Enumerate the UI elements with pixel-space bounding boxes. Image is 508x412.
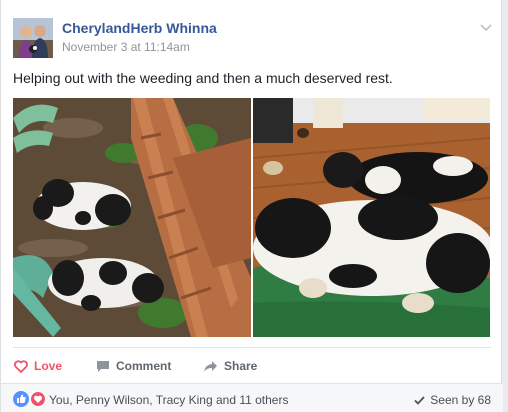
post-photo-dogs-resting[interactable]: [253, 98, 490, 337]
love-icon: [30, 391, 46, 407]
chevron-down-icon[interactable]: [479, 20, 493, 32]
checkmark-icon: [414, 395, 425, 405]
share-label: Share: [224, 359, 258, 373]
post-timestamp[interactable]: November 3 at 11:14am: [62, 40, 190, 54]
comment-icon: [97, 360, 109, 372]
post-photo-puppies-weeding[interactable]: [13, 98, 251, 337]
share-button[interactable]: Share: [203, 357, 257, 375]
share-icon: [204, 360, 217, 372]
reactors-summary[interactable]: You, Penny Wilson, Tracy King and 11 oth…: [49, 393, 288, 407]
author-avatar[interactable]: [13, 18, 53, 58]
comment-button[interactable]: Comment: [96, 357, 171, 375]
post-card: CherylandHerb Whinna November 3 at 11:14…: [0, 0, 503, 412]
actions-divider: [13, 347, 491, 348]
love-label: Love: [34, 359, 63, 373]
seen-by-label: Seen by 68: [430, 393, 491, 407]
post-text: Helping out with the weeding and then a …: [13, 70, 393, 86]
reaction-icons[interactable]: [13, 391, 47, 407]
reactions-bar: You, Penny Wilson, Tracy King and 11 oth…: [1, 383, 503, 412]
seen-by[interactable]: Seen by 68: [414, 393, 491, 407]
comment-label: Comment: [116, 359, 172, 373]
love-button[interactable]: Love: [14, 357, 62, 375]
heart-outline-icon: [14, 359, 28, 373]
author-name[interactable]: CherylandHerb Whinna: [62, 20, 217, 36]
like-icon: [13, 391, 29, 407]
